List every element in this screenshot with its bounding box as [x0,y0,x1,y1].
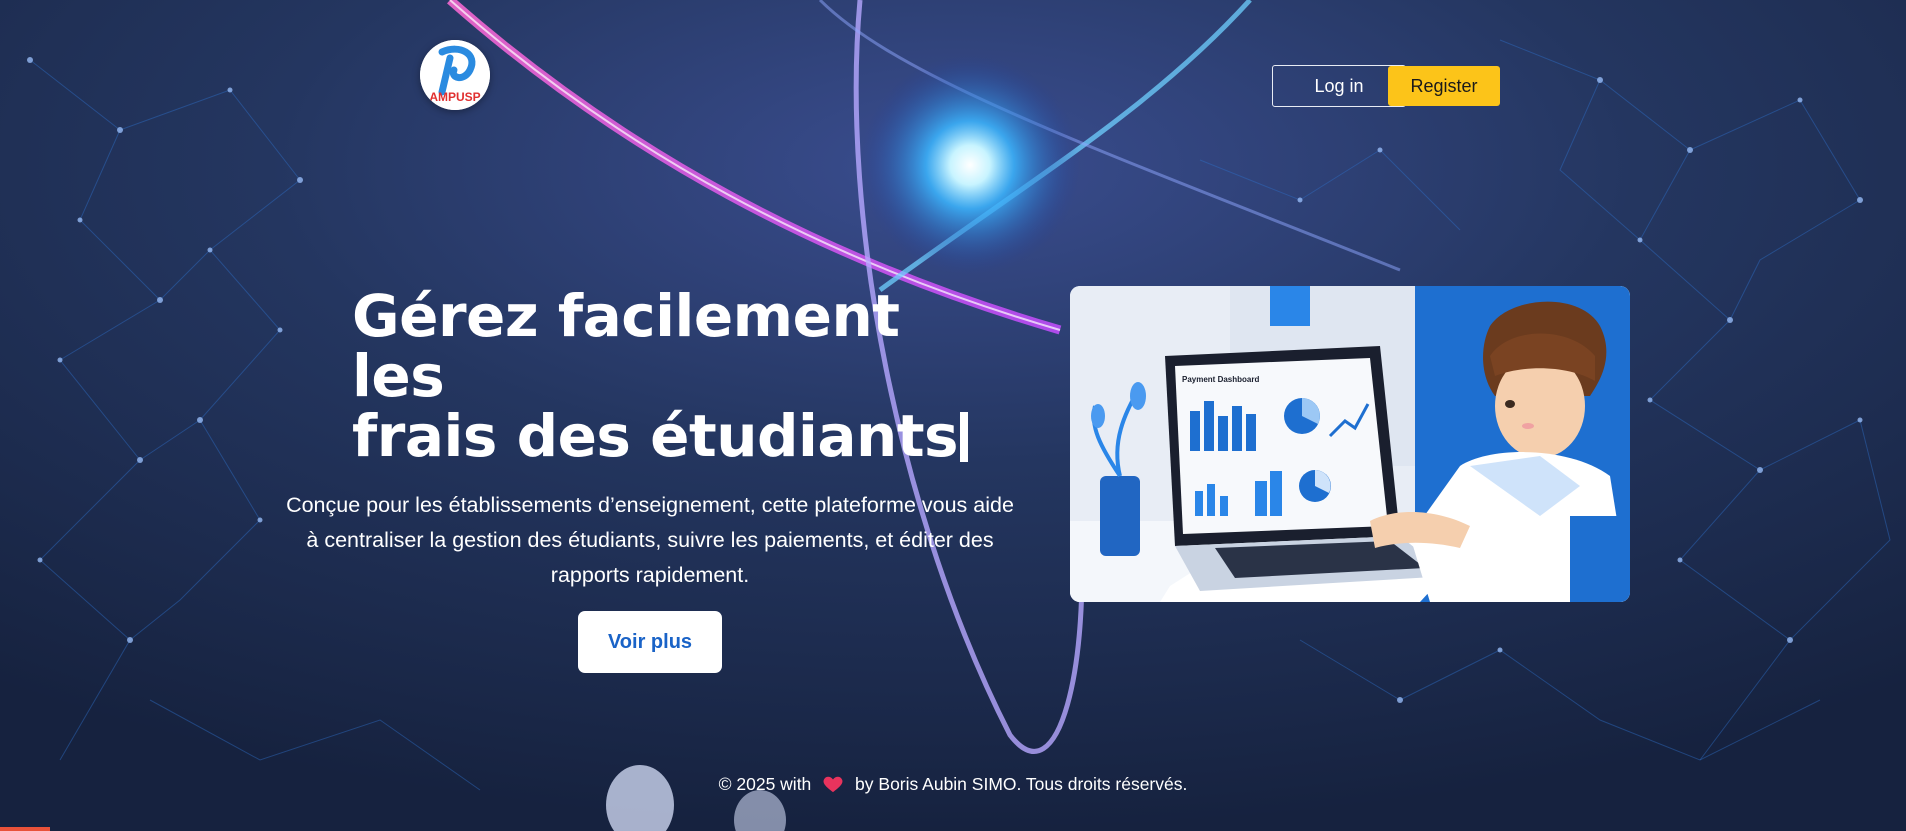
logo-text: AMPUSP [429,90,480,104]
logo-icon: AMPUSP [420,40,490,110]
screen-title: Payment Dashboard [1182,375,1259,384]
hero-title-line2: frais des étudiants [352,402,959,470]
campuspay-logo[interactable]: AMPUSP [420,40,490,110]
student-laptop-illustration: Payment Dashboard [1070,286,1630,602]
dashboard-illustration: Payment Dashboard [1070,286,1630,602]
heart-icon [823,776,843,793]
hero-title-line1: Gérez facilement les [352,282,900,410]
typing-caret [960,412,969,462]
footer: © 2025 with by Boris Aubin SIMO. Tous dr… [0,774,1906,795]
hero-title: Gérez facilement les frais des étudiants [352,286,992,466]
see-more-button[interactable]: Voir plus [578,611,722,673]
footer-prefix: © 2025 with [718,774,812,794]
register-button[interactable]: Register [1388,66,1500,106]
login-button[interactable]: Log in [1272,65,1406,107]
footer-suffix: by Boris Aubin SIMO. Tous droits réservé… [855,774,1188,794]
hero-description: Conçue pour les établissements d’enseign… [286,493,1014,587]
hero-section: Gérez facilement les frais des étudiants… [280,286,1020,673]
site-header: AMPUSP Log in Register [0,0,1906,140]
